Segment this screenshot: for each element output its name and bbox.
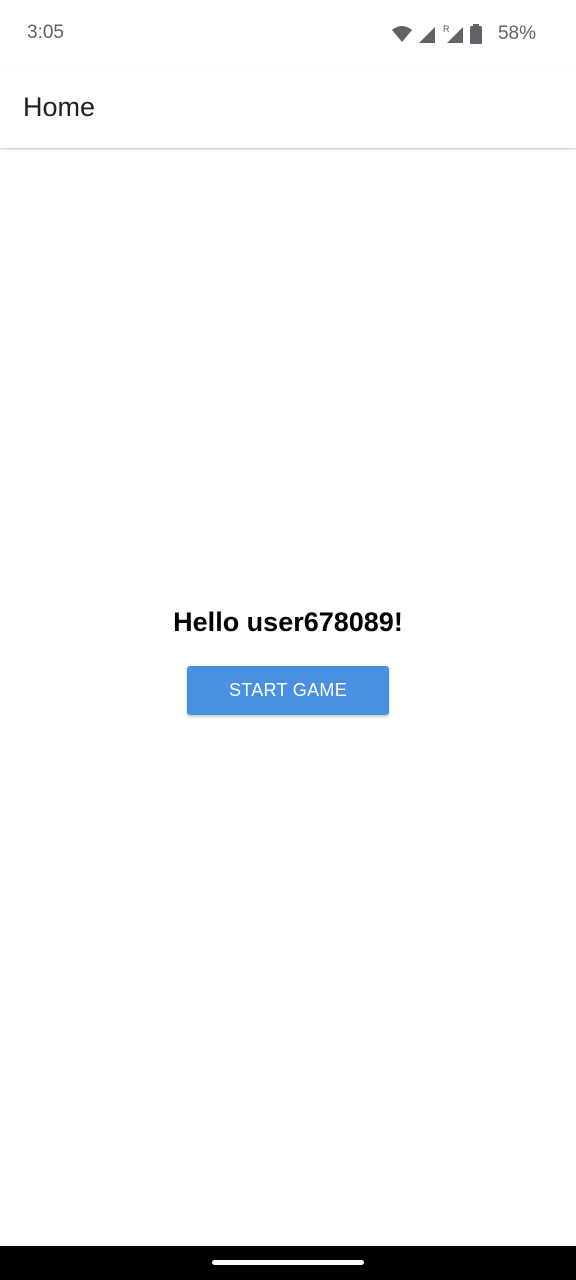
home-gesture-handle[interactable]	[212, 1260, 364, 1265]
svg-text:R: R	[443, 24, 450, 34]
home-content: Hello user678089! START GAME	[0, 148, 576, 1246]
status-bar: 3:05 R 58%	[0, 0, 576, 68]
status-icons: R 58%	[391, 22, 536, 46]
greeting-text: Hello user678089!	[173, 607, 403, 637]
status-time: 3:05	[27, 22, 64, 43]
app-bar: Home	[0, 68, 576, 148]
system-nav-bar	[0, 1246, 576, 1280]
battery-icon	[469, 23, 491, 45]
battery-percent: 58%	[497, 23, 536, 44]
page-title: Home	[23, 92, 96, 122]
roaming-signal-icon: R	[443, 23, 465, 45]
wifi-icon	[391, 23, 413, 45]
signal-icon	[417, 23, 439, 45]
start-game-button[interactable]: START GAME	[187, 666, 389, 715]
